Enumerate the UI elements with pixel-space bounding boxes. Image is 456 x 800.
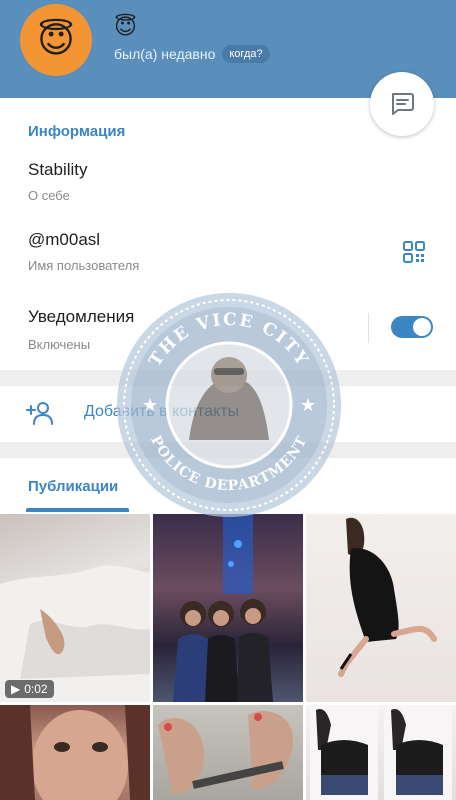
toggle-knob — [413, 318, 431, 336]
tab-publications[interactable]: Публикации — [28, 478, 118, 495]
photo-thumbnail — [158, 711, 293, 795]
media-tile[interactable] — [306, 514, 456, 702]
message-button[interactable] — [370, 72, 434, 136]
tab-active-indicator — [26, 508, 129, 512]
bio-label: О себе — [28, 188, 70, 203]
add-contact-button[interactable]: Добавить в контакты — [0, 386, 456, 442]
username-label: Имя пользователя — [28, 258, 140, 273]
toggle-divider — [368, 313, 369, 343]
media-tile[interactable] — [0, 705, 150, 800]
section-separator — [0, 442, 456, 458]
svg-text:THE VICE CITY: THE VICE CITY — [145, 310, 312, 370]
avatar-emoji: 😇 — [37, 19, 75, 60]
play-icon: ▶ — [11, 682, 21, 696]
photo-thumbnail — [173, 514, 273, 702]
last-seen-row: был(а) недавно когда? — [114, 45, 270, 63]
video-thumbnail — [0, 565, 150, 702]
section-separator — [0, 370, 456, 386]
info-section-title: Информация — [28, 123, 126, 140]
last-seen-when-button[interactable]: когда? — [222, 45, 270, 63]
avatar[interactable]: 😇 — [20, 4, 92, 76]
notifications-value[interactable]: Уведомления — [28, 307, 134, 327]
photo-thumbnail — [0, 705, 150, 800]
username-value[interactable]: @m00asl — [28, 230, 100, 250]
media-tile-video[interactable]: ▶ 0:02 — [0, 514, 150, 702]
qr-code-icon[interactable] — [402, 240, 426, 264]
notifications-toggle[interactable] — [391, 316, 433, 338]
video-duration-text: 0:02 — [24, 682, 48, 696]
watermark-top-text: THE VICE CITY — [145, 310, 310, 370]
emoji-status[interactable]: 😇 — [114, 16, 137, 38]
video-duration: ▶ 0:02 — [5, 680, 54, 698]
photo-thumbnail — [338, 517, 437, 677]
last-seen-text: был(а) недавно — [114, 46, 216, 62]
notifications-label: Включены — [28, 337, 91, 352]
photo-thumbnail — [310, 705, 452, 800]
media-tile[interactable] — [153, 514, 303, 702]
message-icon — [392, 93, 414, 115]
media-tile[interactable] — [153, 705, 303, 800]
add-user-icon — [26, 402, 53, 425]
bio-value[interactable]: Stability — [28, 160, 88, 180]
media-tile[interactable] — [306, 705, 456, 800]
add-contact-label: Добавить в контакты — [84, 403, 240, 420]
